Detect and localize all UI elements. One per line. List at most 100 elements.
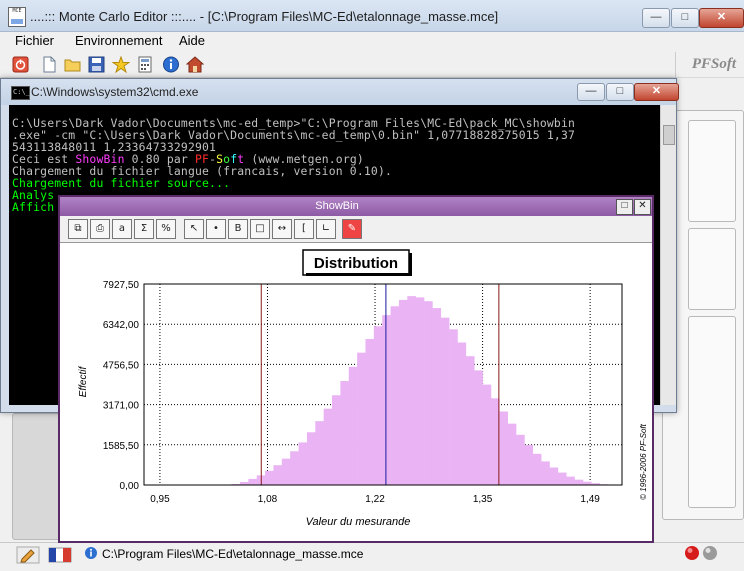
histogram-bar xyxy=(549,467,559,485)
histogram-bar xyxy=(566,476,575,485)
x-tick-label: 1,08 xyxy=(258,494,278,505)
cmd-maximize-button[interactable]: □ xyxy=(606,83,634,101)
copyright-text: © 1996-2006 PF-Soft xyxy=(639,423,648,499)
copy-icon[interactable]: ⧉ xyxy=(68,219,88,239)
edit-icon[interactable] xyxy=(16,545,40,565)
histogram-bar xyxy=(373,326,383,485)
histogram-bar xyxy=(398,299,408,485)
calculator-icon[interactable] xyxy=(136,56,154,73)
chart-title-shadow xyxy=(409,253,412,276)
right-panel-box-3 xyxy=(688,316,736,508)
histogram-bar xyxy=(365,338,375,485)
histogram-bar xyxy=(490,398,500,485)
y-tick-label: 4756,50 xyxy=(103,360,140,371)
pfsoft-logo: PFSoft xyxy=(691,56,736,72)
histogram-bar xyxy=(432,308,442,485)
histogram-bar xyxy=(407,296,416,485)
cmd-icon: C:\_ xyxy=(11,86,30,100)
menu-fichier[interactable]: Fichier xyxy=(15,33,54,48)
eraser-icon[interactable]: ✎ xyxy=(342,219,362,239)
histogram-bar xyxy=(248,478,258,485)
close-button[interactable]: ✕ xyxy=(699,8,744,28)
x-tick-label: 1,35 xyxy=(473,494,493,505)
showbin-title-bar: ShowBin □ ✕ xyxy=(60,197,652,216)
showbin-window[interactable]: ShowBin □ ✕ ⧉ ⎙ a Σ % ↖ • B □ ↔ [ ∟ ✎ 0,… xyxy=(58,195,654,543)
status-file-path: C:\Program Files\MC-Ed\etalonnage_masse.… xyxy=(102,547,364,561)
histogram-bar xyxy=(390,306,400,485)
range-b-icon[interactable]: ∟ xyxy=(316,219,336,239)
menu-environnement[interactable]: Environnement xyxy=(75,33,162,48)
distribution-chart: 0,001585,503171,004756,506342,007927,50 … xyxy=(78,249,648,528)
main-toolbar xyxy=(0,52,744,78)
histogram-bar xyxy=(532,453,542,485)
cmd-title-bar: C:\_ C:\Windows\system32\cmd.exe — □ ✕ xyxy=(1,79,679,105)
y-tick-label: 7927,50 xyxy=(103,280,140,291)
x-tick-label: 1,22 xyxy=(365,494,385,505)
power-icon[interactable] xyxy=(12,56,30,73)
square-icon[interactable]: □ xyxy=(250,219,270,239)
menu-aide[interactable]: Aide xyxy=(179,33,205,48)
marker-b-icon[interactable]: B xyxy=(228,219,248,239)
cmd-scrollbar[interactable] xyxy=(660,105,676,405)
showbin-close-button[interactable]: ✕ xyxy=(634,199,651,215)
histogram-bar xyxy=(465,356,475,485)
cmd-line-8: Affich xyxy=(12,200,55,214)
maximize-button[interactable]: □ xyxy=(671,8,699,28)
x-tick-labels: 0,95 1,08 1,22 1,35 1,49 xyxy=(150,494,600,505)
red-led-icon xyxy=(684,545,700,561)
save-icon[interactable] xyxy=(88,56,106,73)
span-icon[interactable]: ↔ xyxy=(272,219,292,239)
arrow-icon[interactable]: ↖ xyxy=(184,219,204,239)
info-icon[interactable] xyxy=(162,56,180,73)
histogram-bar xyxy=(273,465,283,485)
x-tick-label: 1,49 xyxy=(580,494,600,505)
cmd-window-title: C:\Windows\system32\cmd.exe xyxy=(31,85,199,99)
bracket-icon[interactable]: [ xyxy=(294,219,314,239)
histogram-bar xyxy=(348,366,358,485)
star-icon[interactable] xyxy=(111,55,131,74)
histogram-bar xyxy=(541,461,550,485)
histogram-bar xyxy=(290,451,299,485)
main-window-title: ....::: Monte Carlo Editor :::.... - [C:… xyxy=(30,9,499,24)
right-panel-box-2 xyxy=(688,228,736,310)
y-tick-label: 6342,00 xyxy=(103,320,140,331)
histogram-bar xyxy=(457,342,467,485)
text-icon[interactable]: a xyxy=(112,219,132,239)
histogram-bar xyxy=(340,381,350,485)
histogram-bar xyxy=(449,329,458,485)
histogram-bar xyxy=(265,470,274,485)
chart-title-shadow xyxy=(306,273,412,276)
y-tick-label: 3171,00 xyxy=(103,401,140,412)
histogram-bar xyxy=(382,315,391,485)
cmd-minimize-button[interactable]: — xyxy=(577,83,605,101)
percent-icon[interactable]: % xyxy=(156,219,176,239)
print-icon[interactable]: ⎙ xyxy=(90,219,110,239)
y-tick-label: 0,00 xyxy=(120,481,140,492)
histogram-bar xyxy=(440,317,450,485)
menu-bar: Fichier Environnement Aide xyxy=(0,32,744,52)
showbin-window-title: ShowBin xyxy=(315,200,359,212)
cmd-scroll-thumb[interactable] xyxy=(663,125,675,145)
home-icon[interactable] xyxy=(185,56,205,73)
gray-led-icon xyxy=(702,545,718,561)
chart-title: Distribution xyxy=(314,255,398,272)
histogram-bar xyxy=(574,479,584,485)
new-file-icon[interactable] xyxy=(40,56,58,73)
histogram-bar xyxy=(315,421,324,485)
cmd-close-button[interactable]: ✕ xyxy=(634,83,679,101)
showbin-maximize-button[interactable]: □ xyxy=(616,199,633,215)
histogram-bar xyxy=(516,434,525,485)
sigma-icon[interactable]: Σ xyxy=(134,219,154,239)
x-axis-label: Valeur du mesurande xyxy=(306,516,411,528)
minimize-button[interactable]: — xyxy=(642,8,670,28)
histogram-bar xyxy=(332,395,341,485)
histogram-bar xyxy=(281,458,291,485)
main-title-bar: MCE ....::: Monte Carlo Editor :::.... -… xyxy=(0,0,744,32)
y-tick-label: 1585,50 xyxy=(103,441,140,452)
x-tick-label: 0,95 xyxy=(150,494,170,505)
marker-icon[interactable]: • xyxy=(206,219,226,239)
open-folder-icon[interactable] xyxy=(64,56,82,73)
right-panel-box-1 xyxy=(688,120,736,222)
info-small-icon xyxy=(84,546,98,560)
french-flag-icon[interactable] xyxy=(47,545,73,565)
